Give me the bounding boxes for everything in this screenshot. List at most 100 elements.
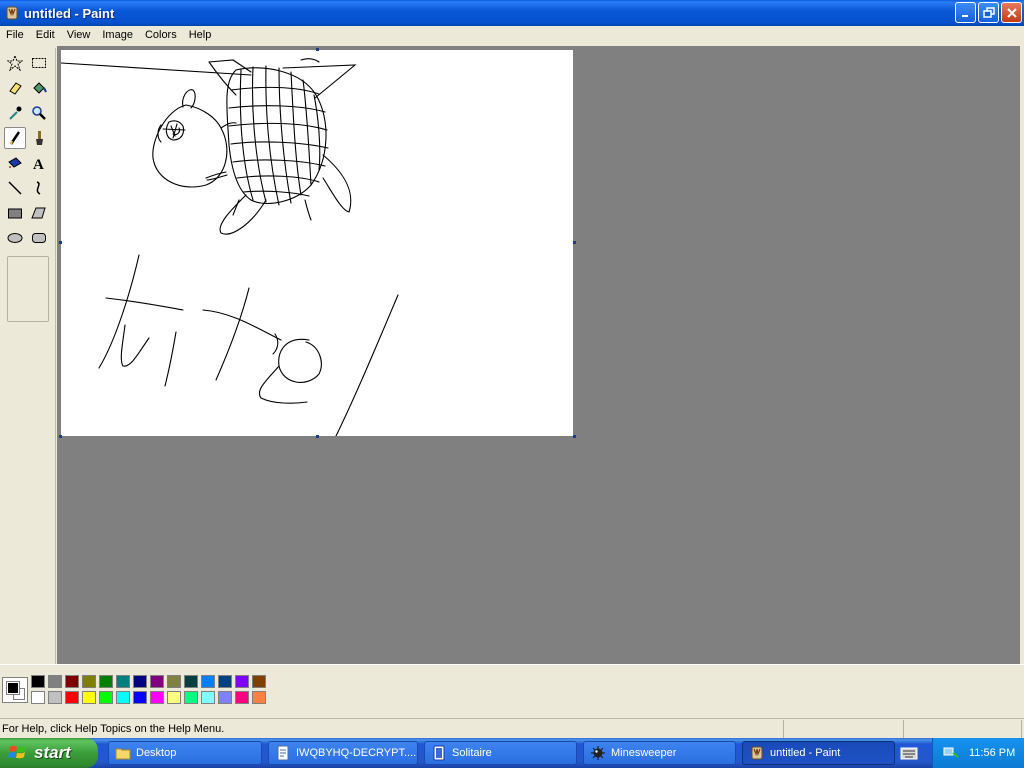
- line-icon: [8, 181, 22, 195]
- toolbox: A: [0, 48, 56, 664]
- solitaire-icon: [433, 745, 445, 761]
- current-colors-box[interactable]: [2, 677, 28, 703]
- ellipse-icon: [7, 233, 23, 243]
- minimize-icon: [961, 14, 968, 17]
- color-swatch[interactable]: [65, 675, 79, 688]
- system-tray: 11:56 PM: [932, 738, 1024, 768]
- color-swatch[interactable]: [252, 691, 266, 704]
- taskbar: start Desktop IWQBYHQ-DECRYPT.... Solita…: [0, 738, 1024, 768]
- text-tool[interactable]: A: [28, 152, 50, 174]
- color-swatch[interactable]: [31, 675, 45, 688]
- color-swatch[interactable]: [235, 691, 249, 704]
- eraser-tool[interactable]: [4, 77, 26, 99]
- resize-handle-top-mid[interactable]: [316, 48, 319, 51]
- taskbar-button-solitaire[interactable]: Solitaire: [424, 741, 577, 765]
- select-tool[interactable]: [28, 52, 50, 74]
- text-a-icon: A: [33, 157, 44, 171]
- keyboard-language-icon[interactable]: [900, 744, 918, 762]
- resize-handle-left-mid[interactable]: [59, 241, 62, 244]
- color-swatch[interactable]: [201, 675, 215, 688]
- menu-bar: File Edit View Image Colors Help: [0, 26, 1024, 44]
- color-swatch-grid: [31, 675, 268, 706]
- pencil-tool[interactable]: [4, 127, 26, 149]
- menu-help[interactable]: Help: [183, 29, 218, 41]
- color-swatch[interactable]: [150, 675, 164, 688]
- resize-handle-right-mid[interactable]: [573, 241, 576, 244]
- curve-tool[interactable]: [28, 177, 50, 199]
- color-swatch[interactable]: [218, 675, 232, 688]
- color-swatch[interactable]: [201, 691, 215, 704]
- airbrush-tool[interactable]: [4, 152, 26, 174]
- ellipse-tool[interactable]: [4, 227, 26, 249]
- color-swatch[interactable]: [252, 675, 266, 688]
- menu-edit[interactable]: Edit: [30, 29, 61, 41]
- tool-options-box[interactable]: [7, 256, 49, 322]
- color-swatch[interactable]: [133, 691, 147, 704]
- eyedropper-icon: [9, 106, 22, 120]
- color-swatch[interactable]: [48, 675, 62, 688]
- taskbar-button-minesweeper[interactable]: Minesweeper: [583, 741, 736, 765]
- color-swatch[interactable]: [184, 691, 198, 704]
- drawing-canvas[interactable]: [61, 50, 573, 436]
- pencil-icon: [9, 131, 21, 145]
- notepad-icon: [277, 745, 289, 761]
- brush-tool[interactable]: [28, 127, 50, 149]
- color-swatch[interactable]: [31, 691, 45, 704]
- polygon-tool[interactable]: [28, 202, 50, 224]
- color-palette-bar: [0, 664, 1024, 712]
- paint-icon: [751, 746, 763, 760]
- color-swatch[interactable]: [82, 675, 96, 688]
- taskbar-button-desktop[interactable]: Desktop: [108, 741, 262, 765]
- fill-tool[interactable]: [28, 77, 50, 99]
- drawing-strokes: [61, 58, 399, 436]
- foreground-color-swatch[interactable]: [6, 681, 20, 695]
- color-swatch[interactable]: [184, 675, 198, 688]
- close-icon: [1006, 7, 1017, 18]
- menu-file[interactable]: File: [0, 29, 30, 41]
- svg-text:A: A: [33, 157, 44, 171]
- color-swatch[interactable]: [116, 675, 130, 688]
- magnifier-tool[interactable]: [28, 102, 50, 124]
- taskbar-button-label: Minesweeper: [611, 747, 677, 759]
- rounded-rectangle-tool[interactable]: [28, 227, 50, 249]
- window-title: untitled - Paint: [24, 5, 115, 21]
- color-swatch[interactable]: [82, 691, 96, 704]
- color-swatch[interactable]: [48, 691, 62, 704]
- close-button[interactable]: [1001, 2, 1022, 23]
- magnifier-icon: [32, 106, 46, 120]
- resize-handle-corner[interactable]: [573, 435, 576, 438]
- color-swatch[interactable]: [65, 691, 79, 704]
- color-swatch[interactable]: [235, 675, 249, 688]
- taskbar-button-label: IWQBYHQ-DECRYPT....: [296, 747, 417, 759]
- start-button[interactable]: start: [0, 738, 98, 768]
- menu-view[interactable]: View: [61, 29, 97, 41]
- rectangle-tool[interactable]: [4, 202, 26, 224]
- rectangle-icon: [8, 208, 22, 219]
- minimize-button[interactable]: [955, 2, 976, 23]
- polygon-icon: [31, 207, 46, 219]
- pick-color-tool[interactable]: [4, 102, 26, 124]
- color-swatch[interactable]: [116, 691, 130, 704]
- title-bar[interactable]: untitled - Paint: [0, 0, 1024, 26]
- color-swatch[interactable]: [150, 691, 164, 704]
- folder-icon: [115, 748, 131, 760]
- clock[interactable]: 11:56 PM: [969, 747, 1015, 759]
- taskbar-button-decrypt[interactable]: IWQBYHQ-DECRYPT....: [268, 741, 418, 765]
- free-form-select-tool[interactable]: [4, 52, 26, 74]
- restore-button[interactable]: [978, 2, 999, 23]
- color-swatch[interactable]: [167, 675, 181, 688]
- menu-colors[interactable]: Colors: [139, 29, 183, 41]
- line-tool[interactable]: [4, 177, 26, 199]
- resize-handle-bottom-mid[interactable]: [316, 435, 319, 438]
- paint-app-icon[interactable]: [4, 5, 20, 21]
- network-tray-icon[interactable]: [943, 745, 959, 761]
- taskbar-button-paint[interactable]: untitled - Paint: [742, 741, 895, 765]
- color-swatch[interactable]: [99, 691, 113, 704]
- resize-handle-bottom-left[interactable]: [59, 435, 62, 438]
- menu-image[interactable]: Image: [96, 29, 139, 41]
- star-select-icon: [7, 55, 23, 71]
- color-swatch[interactable]: [167, 691, 181, 704]
- color-swatch[interactable]: [218, 691, 232, 704]
- color-swatch[interactable]: [133, 675, 147, 688]
- color-swatch[interactable]: [99, 675, 113, 688]
